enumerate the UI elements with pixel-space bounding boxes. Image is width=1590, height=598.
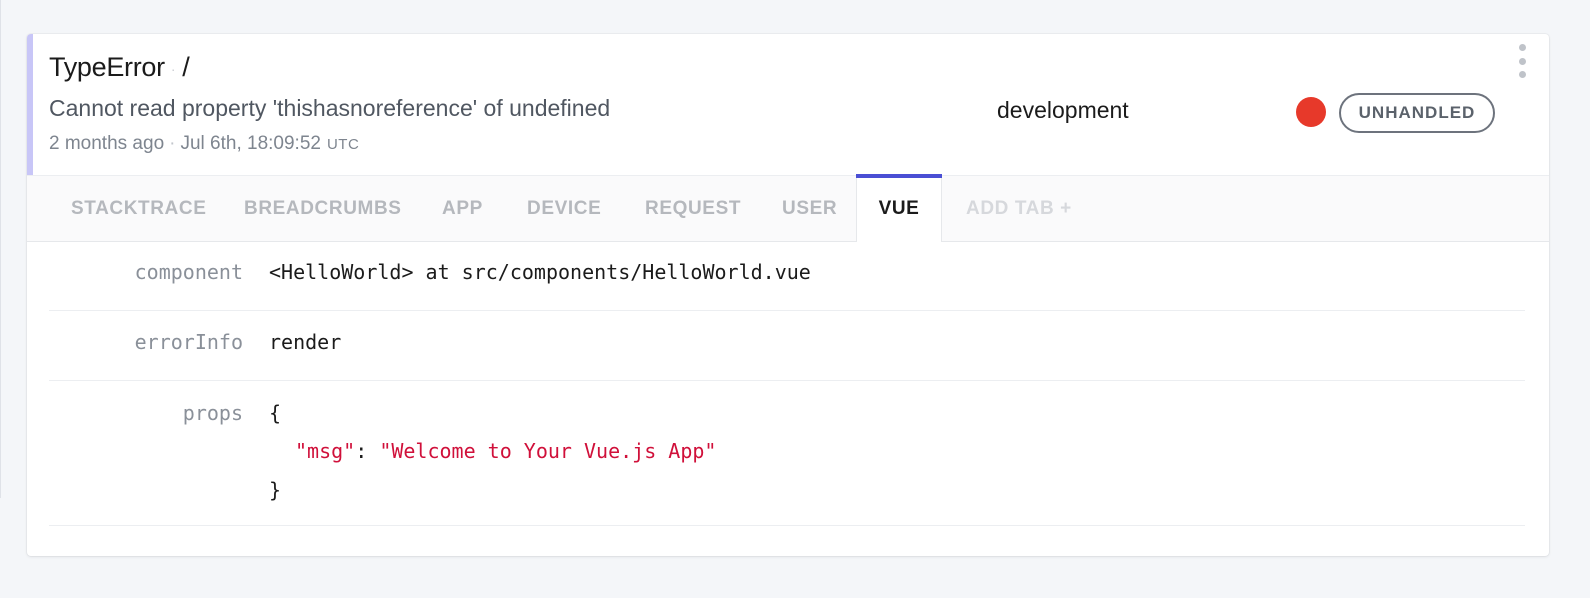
tab-stacktrace[interactable]: STACKTRACE	[71, 176, 206, 241]
status-dot-icon	[1296, 97, 1326, 127]
tab-breadcrumbs[interactable]: BREADCRUMBS	[244, 176, 402, 241]
tab-user[interactable]: USER	[782, 176, 837, 241]
tab-device[interactable]: DEVICE	[527, 176, 601, 241]
separator-dot: ·	[170, 60, 176, 77]
error-card: TypeError · / Cannot read property 'thisha…	[27, 34, 1549, 556]
severity-accent-bar	[27, 34, 33, 175]
detail-row-component: component <HelloWorld> at src/components…	[49, 241, 1525, 311]
absolute-time: Jul 6th, 18:09:52	[180, 133, 321, 154]
error-type: TypeError	[49, 52, 165, 82]
error-message: Cannot read property 'thishasnoreference…	[49, 95, 611, 121]
menu-dot	[1518, 57, 1526, 65]
prop-key: "msg"	[295, 439, 356, 463]
row-key: errorInfo	[134, 330, 243, 354]
page-divider	[0, 0, 1, 498]
tab-request[interactable]: REQUEST	[645, 176, 741, 241]
props-entry: "msg": "Welcome to Your Vue.js App"	[295, 439, 716, 463]
row-key: component	[134, 260, 243, 284]
unhandled-badge: UNHANDLED	[1339, 93, 1495, 133]
row-key: props	[182, 401, 243, 425]
timezone-label: UTC	[326, 136, 360, 153]
error-header: TypeError · / Cannot read property 'thisha…	[27, 34, 1549, 175]
detail-tabs: STACKTRACE BREADCRUMBS APP DEVICE REQUES…	[27, 174, 1549, 242]
error-context: /	[182, 52, 190, 82]
menu-dot	[1518, 71, 1526, 78]
props-close-brace: }	[269, 478, 282, 502]
environment-label: development	[997, 97, 1129, 123]
prop-value: "Welcome to Your Vue.js App"	[379, 439, 717, 463]
relative-time: 2 months ago	[49, 133, 165, 154]
kebab-menu-icon[interactable]	[1515, 44, 1529, 78]
tab-app[interactable]: APP	[442, 176, 483, 241]
prop-colon: :	[355, 439, 380, 463]
detail-row-errorinfo: errorInfo render	[49, 311, 1525, 381]
add-tab-button[interactable]: ADD TAB +	[966, 176, 1072, 241]
props-open-brace: {	[269, 401, 282, 425]
error-timestamp: 2 months ago · Jul 6th, 18:09:52 UTC	[49, 133, 359, 155]
vue-details: component <HelloWorld> at src/components…	[49, 241, 1525, 526]
error-title: TypeError · /	[49, 52, 190, 83]
menu-dot	[1518, 44, 1526, 51]
tab-vue[interactable]: VUE	[856, 174, 942, 242]
row-value: render	[269, 330, 342, 354]
row-value: <HelloWorld> at src/components/HelloWorl…	[269, 260, 811, 284]
separator-dot: ·	[169, 133, 176, 154]
detail-row-props: props { "msg": "Welcome to Your Vue.js A…	[49, 381, 1525, 526]
